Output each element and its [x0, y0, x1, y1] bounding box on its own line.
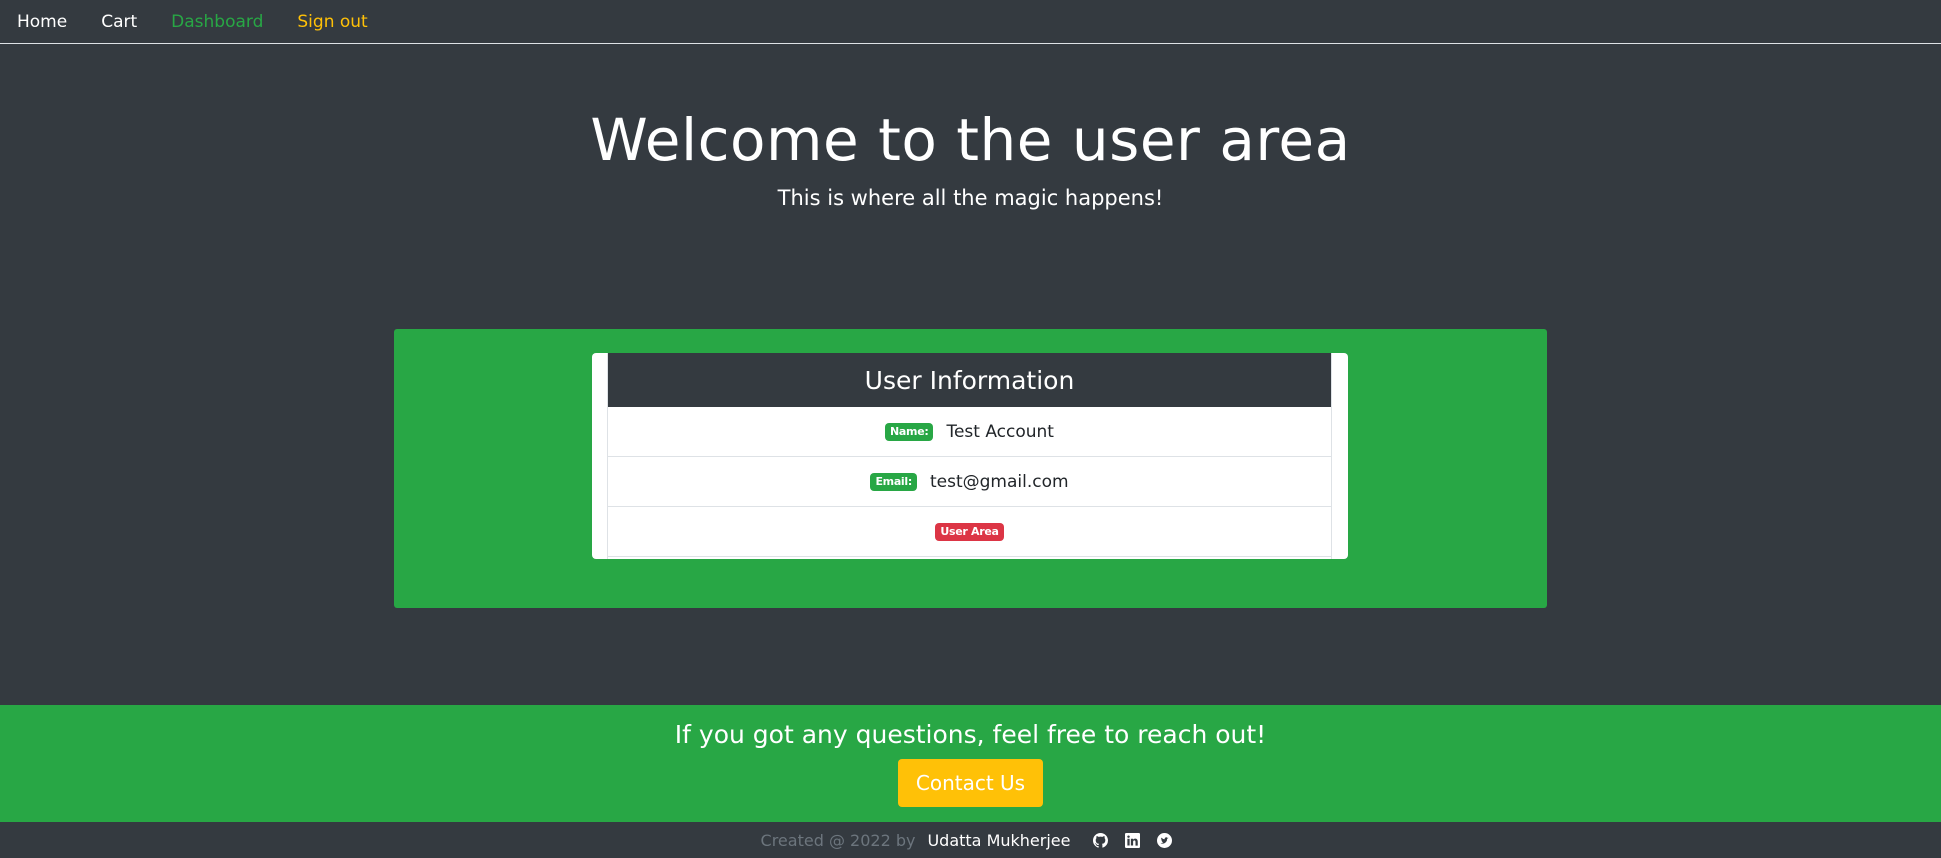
- page-title: Welcome to the user area: [590, 106, 1351, 174]
- footer-author-link[interactable]: Udatta Mukherjee: [927, 831, 1070, 850]
- area-row: User Area: [608, 507, 1331, 557]
- user-info-card: User Information Name: Test Account Emai…: [592, 353, 1348, 559]
- nav-cart-link[interactable]: Cart: [101, 0, 137, 44]
- contact-section: If you got any questions, feel free to r…: [0, 705, 1941, 822]
- contact-us-button[interactable]: Contact Us: [898, 759, 1043, 807]
- user-info-list: User Information Name: Test Account Emai…: [607, 353, 1332, 559]
- nav-signout-link[interactable]: Sign out: [297, 0, 367, 44]
- user-info-header: User Information: [608, 353, 1331, 407]
- email-badge: Email:: [870, 472, 917, 491]
- footer-credit: Created @ 2022 by: [760, 830, 916, 850]
- navbar: Home Cart Dashboard Sign out: [0, 0, 1941, 44]
- nav-dashboard-link[interactable]: Dashboard: [171, 0, 263, 44]
- nav-home-link[interactable]: Home: [17, 0, 67, 44]
- name-row: Name: Test Account: [608, 407, 1331, 457]
- github-icon[interactable]: [1092, 832, 1108, 848]
- name-badge: Name:: [885, 422, 934, 441]
- email-row: Email: test@gmail.com: [608, 457, 1331, 507]
- linkedin-icon[interactable]: [1124, 832, 1140, 848]
- twitter-icon[interactable]: [1156, 832, 1172, 848]
- page-subtitle: This is where all the magic happens!: [777, 186, 1164, 210]
- user-area-badge: User Area: [935, 522, 1004, 541]
- footer: Created @ 2022 by Udatta Mukherjee: [0, 822, 1941, 858]
- name-value: Test Account: [946, 421, 1054, 442]
- email-value: test@gmail.com: [929, 471, 1069, 492]
- contact-text: If you got any questions, feel free to r…: [674, 720, 1267, 749]
- user-panel: User Information Name: Test Account Emai…: [394, 329, 1547, 608]
